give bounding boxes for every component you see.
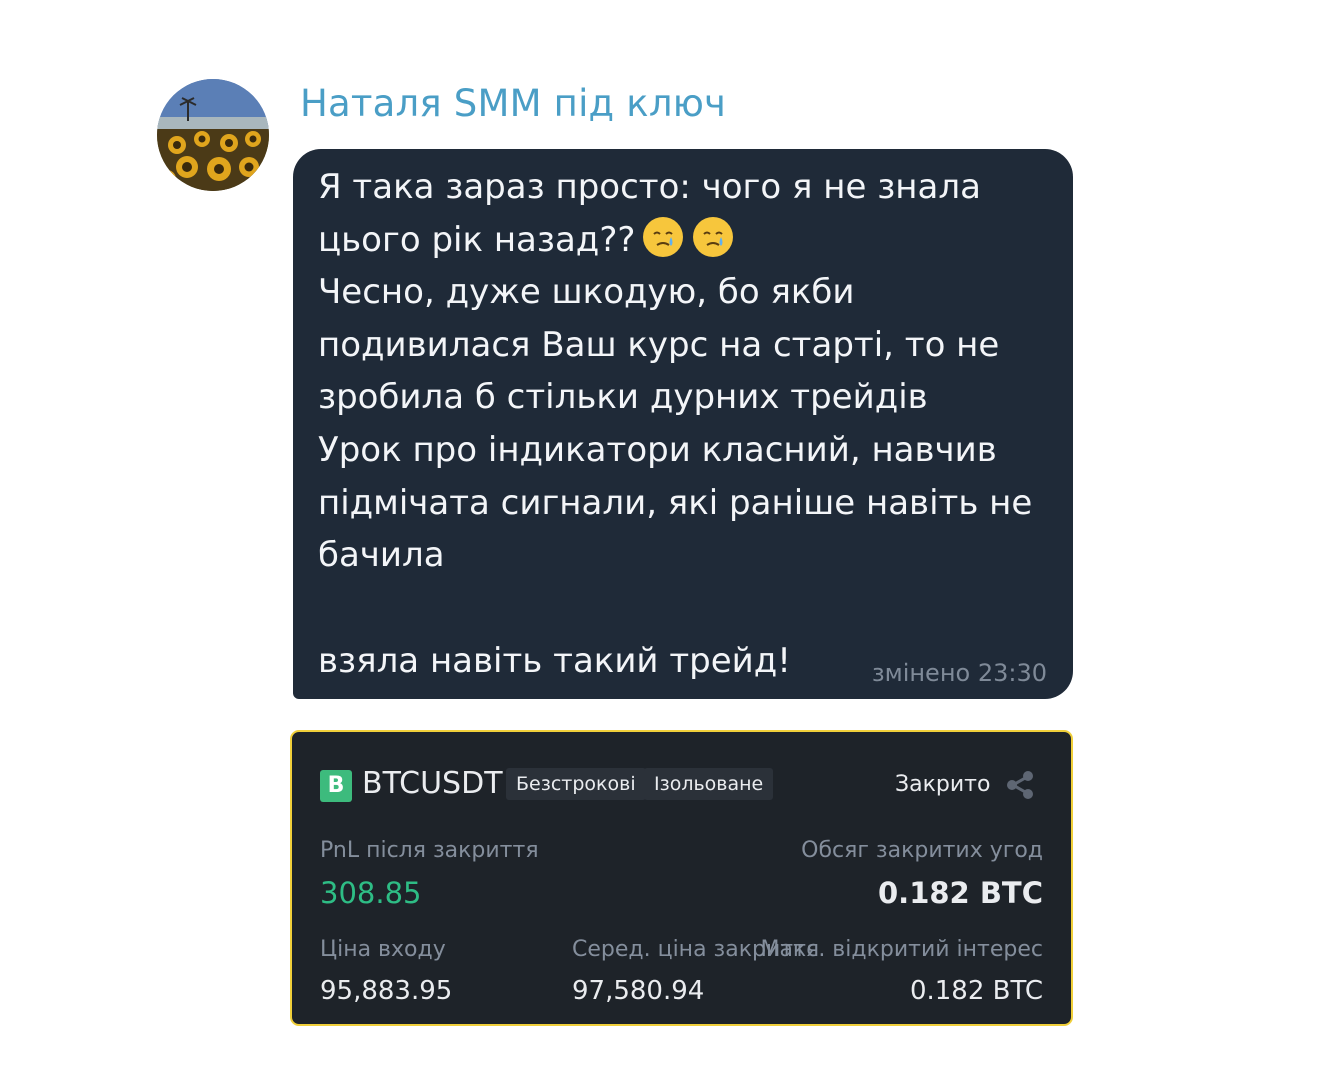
- pnl-value: 308.85: [320, 876, 422, 910]
- avatar[interactable]: [157, 79, 269, 191]
- entry-price-label: Ціна входу: [320, 937, 446, 962]
- symbol-badge: B: [320, 770, 352, 802]
- message-bubble[interactable]: Я така зараз просто: чого я не знала цьо…: [293, 149, 1073, 699]
- message-last-line: взяла навіть такий трейд!: [318, 641, 791, 681]
- volume-value: 0.182 BTC: [878, 876, 1043, 910]
- trade-symbol: BTCUSDT: [362, 766, 503, 801]
- share-icon[interactable]: [1004, 769, 1036, 801]
- avg-close-price-value: 97,580.94: [572, 976, 705, 1006]
- entry-price-value: 95,883.95: [320, 976, 453, 1006]
- pnl-label: PnL після закриття: [320, 838, 539, 863]
- max-open-interest-label: Макс. відкритий інтерес: [760, 937, 1043, 962]
- max-open-interest-value: 0.182 BTC: [909, 976, 1043, 1006]
- tag-isolated: Ізольоване: [644, 768, 774, 800]
- trade-status: Закрито: [895, 772, 991, 797]
- message-text-part2: Чесно, дуже шкодую, бо якби подивилася В…: [318, 272, 1033, 576]
- message-text: Я така зараз просто: чого я не знала цьо…: [318, 161, 1058, 582]
- chat-screenshot: Наталя SMM під ключ Я така зараз просто:…: [0, 0, 1330, 1080]
- sender-name[interactable]: Наталя SMM під ключ: [300, 82, 726, 125]
- face-holding-back-tears-icon: [693, 216, 734, 257]
- trade-card[interactable]: B BTCUSDT Безстрокові Ізольоване Закрито…: [290, 730, 1073, 1026]
- message-edited-time: змінено 23:30: [871, 659, 1047, 687]
- tag-perpetual: Безстрокові: [506, 768, 646, 800]
- volume-label: Обсяг закритих угод: [801, 838, 1043, 863]
- face-holding-back-tears-icon: [643, 216, 684, 257]
- sunflower-field-image: [157, 79, 269, 191]
